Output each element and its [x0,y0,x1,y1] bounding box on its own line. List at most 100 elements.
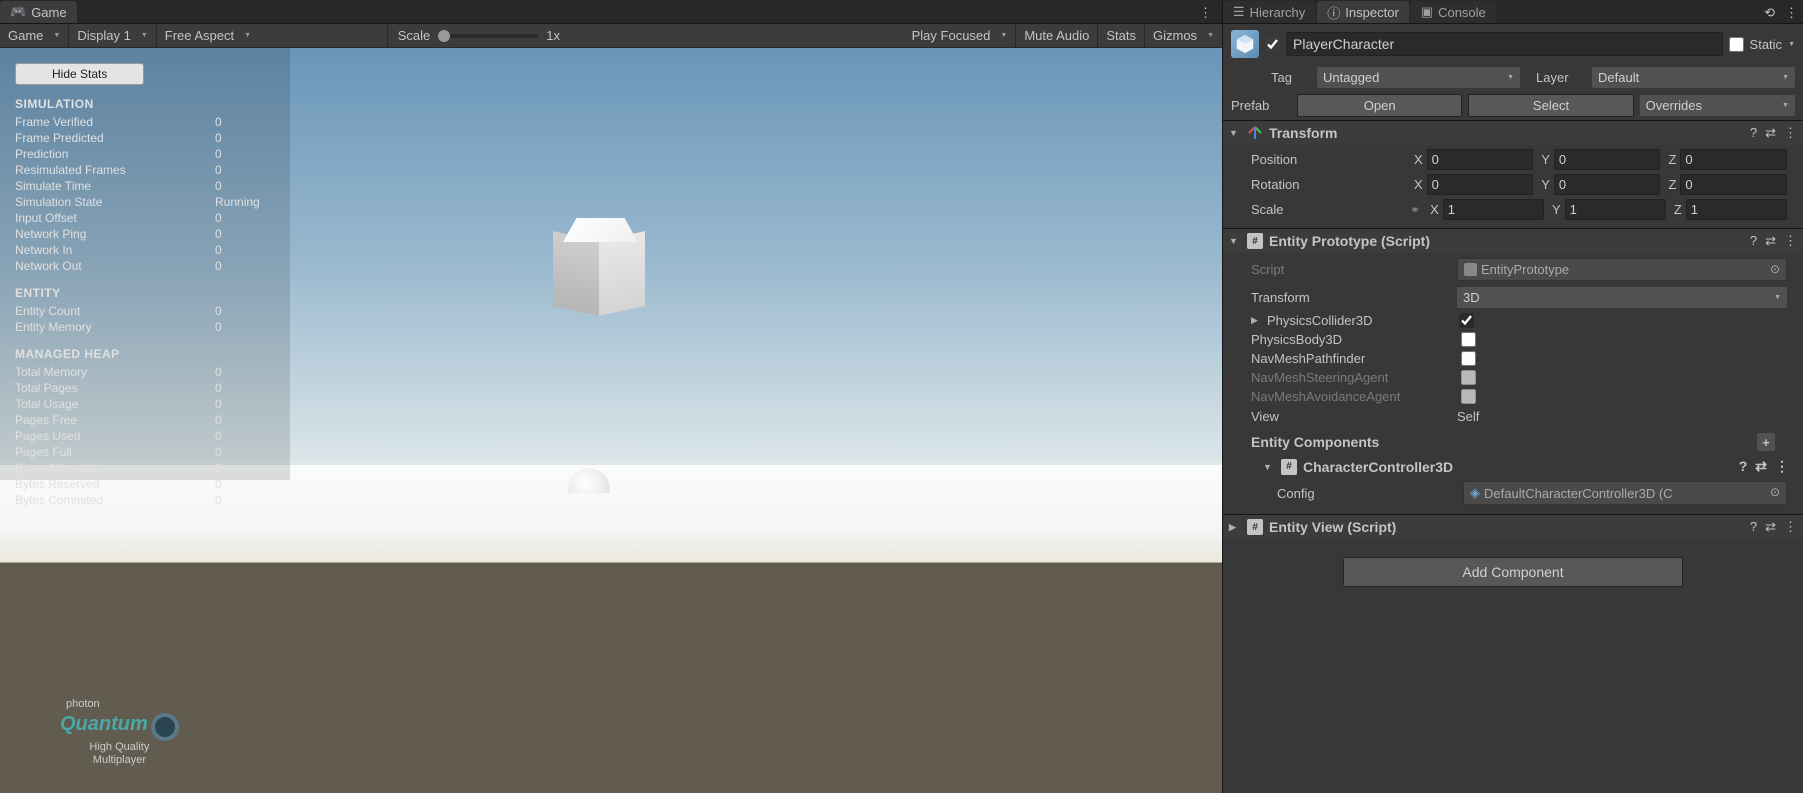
stats-row: Bytes Allocated0 [15,460,275,476]
tab-hierarchy[interactable]: ☰ Hierarchy [1223,1,1315,23]
preset-icon[interactable]: ⇄ [1765,233,1776,249]
foldout-icon[interactable]: ▶ [1229,522,1241,533]
gameobject-name-field[interactable] [1286,32,1723,56]
gameobject-active-checkbox[interactable] [1265,37,1280,52]
gamepad-icon: 🎮 [10,4,26,20]
stats-header-entity: ENTITY [15,286,275,300]
view-label: View [1251,409,1451,424]
prefab-open-button[interactable]: Open [1297,94,1462,117]
position-x-field[interactable] [1427,149,1534,170]
navmeshsteering-checkbox [1461,370,1476,385]
rotation-y-field[interactable] [1554,174,1661,195]
layer-dropdown[interactable]: Default [1592,67,1795,88]
scale-link-icon[interactable]: ⚭ [1410,203,1420,217]
add-component-button[interactable]: Add Component [1343,557,1683,587]
focus-dropdown[interactable]: Play Focused [904,24,1016,47]
scale-z-field[interactable] [1686,199,1787,220]
help-icon[interactable]: ? [1750,125,1757,141]
preset-icon[interactable]: ⇄ [1765,519,1776,535]
entity-components-header: Entity Components + [1231,427,1795,455]
foldout-icon[interactable]: ▶ [1251,315,1263,326]
help-icon[interactable]: ? [1750,519,1757,535]
aspect-dropdown[interactable]: Free Aspect [157,24,387,47]
script-field[interactable]: EntityPrototype⊙ [1457,258,1787,281]
physicsbody3d-checkbox[interactable] [1461,332,1476,347]
stats-row: Pages Full0 [15,444,275,460]
game-mode-dropdown[interactable]: Game [0,24,68,47]
static-label: Static [1750,37,1783,52]
config-label: Config [1277,486,1457,501]
stats-row: Network Out0 [15,258,275,274]
navmeshsteering-label: NavMeshSteeringAgent [1251,370,1461,385]
stats-row: Resimulated Frames0 [15,162,275,178]
tag-dropdown[interactable]: Untagged [1317,67,1520,88]
rotation-z-field[interactable] [1680,174,1787,195]
component-transform-header[interactable]: ▼ Transform ?⇄⋮ [1223,121,1803,145]
stats-row: Total Memory0 [15,364,275,380]
tab-console[interactable]: ▣ Console [1411,1,1496,23]
navmeshavoidance-label: NavMeshAvoidanceAgent [1251,389,1461,404]
navmeshpathfinder-checkbox[interactable] [1461,351,1476,366]
stats-row: Pages Free0 [15,412,275,428]
add-entity-component-button[interactable]: + [1757,433,1775,451]
context-menu-icon[interactable]: ⋮ [1784,125,1797,141]
context-menu-icon[interactable]: ⋮ [1775,458,1789,475]
position-label: Position [1251,152,1406,167]
context-menu-icon[interactable]: ⋮ [1784,519,1797,535]
navmeshavoidance-checkbox [1461,389,1476,404]
foldout-icon[interactable]: ▼ [1263,462,1275,472]
tab-context-menu-icon[interactable]: ⋮ [1195,3,1216,23]
lock-icon[interactable]: ⟲ [1759,3,1780,23]
game-view[interactable]: Hide Stats SIMULATION Frame Verified0Fra… [0,48,1222,793]
physicscollider3d-label: PhysicsCollider3D [1267,313,1459,328]
stats-row: Input Offset0 [15,210,275,226]
physicscollider3d-checkbox[interactable] [1459,313,1474,328]
console-icon: ▣ [1421,4,1433,20]
scale-y-field[interactable] [1565,199,1666,220]
tag-label: Tag [1271,70,1311,85]
scale-x-field[interactable] [1443,199,1544,220]
config-field[interactable]: ◈DefaultCharacterController3D (C⊙ [1463,481,1787,505]
object-picker-icon[interactable]: ⊙ [1770,262,1780,276]
tab-game[interactable]: 🎮 Game [0,1,77,23]
hide-stats-button[interactable]: Hide Stats [15,63,144,85]
proto-transform-dropdown[interactable]: 3D [1457,287,1787,308]
position-z-field[interactable] [1680,149,1787,170]
charactercontroller3d-header[interactable]: ▼ # CharacterController3D ?⇄⋮ [1257,455,1795,478]
stats-row: Bytes Commited0 [15,492,275,508]
tab-inspector[interactable]: ⓘ Inspector [1317,1,1409,23]
mute-audio-toggle[interactable]: Mute Audio [1016,24,1097,47]
transform-icon [1247,125,1263,141]
object-picker-icon[interactable]: ⊙ [1770,485,1780,499]
foldout-icon[interactable]: ▼ [1229,128,1241,138]
static-checkbox[interactable] [1729,37,1744,52]
help-icon[interactable]: ? [1739,458,1748,475]
asset-icon: ◈ [1470,485,1480,501]
help-icon[interactable]: ? [1750,233,1757,249]
stats-toggle[interactable]: Stats [1098,24,1144,47]
preset-icon[interactable]: ⇄ [1755,458,1767,475]
display-dropdown[interactable]: Display 1 [69,24,155,47]
scale-value: 1x [546,28,560,43]
script-icon: # [1247,233,1263,249]
rotation-x-field[interactable] [1427,174,1534,195]
prefab-select-button[interactable]: Select [1468,94,1633,117]
background-brown [0,562,1222,793]
scale-slider[interactable]: Scale 1x [388,28,570,43]
gear-icon [151,713,179,741]
tab-context-menu-icon[interactable]: ⋮ [1780,3,1803,23]
stats-overlay: Hide Stats SIMULATION Frame Verified0Fra… [0,48,290,480]
foldout-icon[interactable]: ▼ [1229,236,1241,246]
position-y-field[interactable] [1554,149,1661,170]
gameobject-cube-icon[interactable] [1231,30,1259,58]
context-menu-icon[interactable]: ⋮ [1784,233,1797,249]
prefab-overrides-dropdown[interactable]: Overrides [1640,95,1795,116]
component-entity-prototype-header[interactable]: ▼ # Entity Prototype (Script) ?⇄⋮ [1223,229,1803,253]
static-dropdown-icon[interactable]: ▼ [1788,41,1795,48]
stats-row: Frame Predicted0 [15,130,275,146]
preset-icon[interactable]: ⇄ [1765,125,1776,141]
gizmos-dropdown[interactable]: Gizmos [1145,24,1222,47]
component-entity-view-header[interactable]: ▶ # Entity View (Script) ?⇄⋮ [1223,515,1803,539]
stats-row: Network Ping0 [15,226,275,242]
stats-row: Simulation StateRunning [15,194,275,210]
